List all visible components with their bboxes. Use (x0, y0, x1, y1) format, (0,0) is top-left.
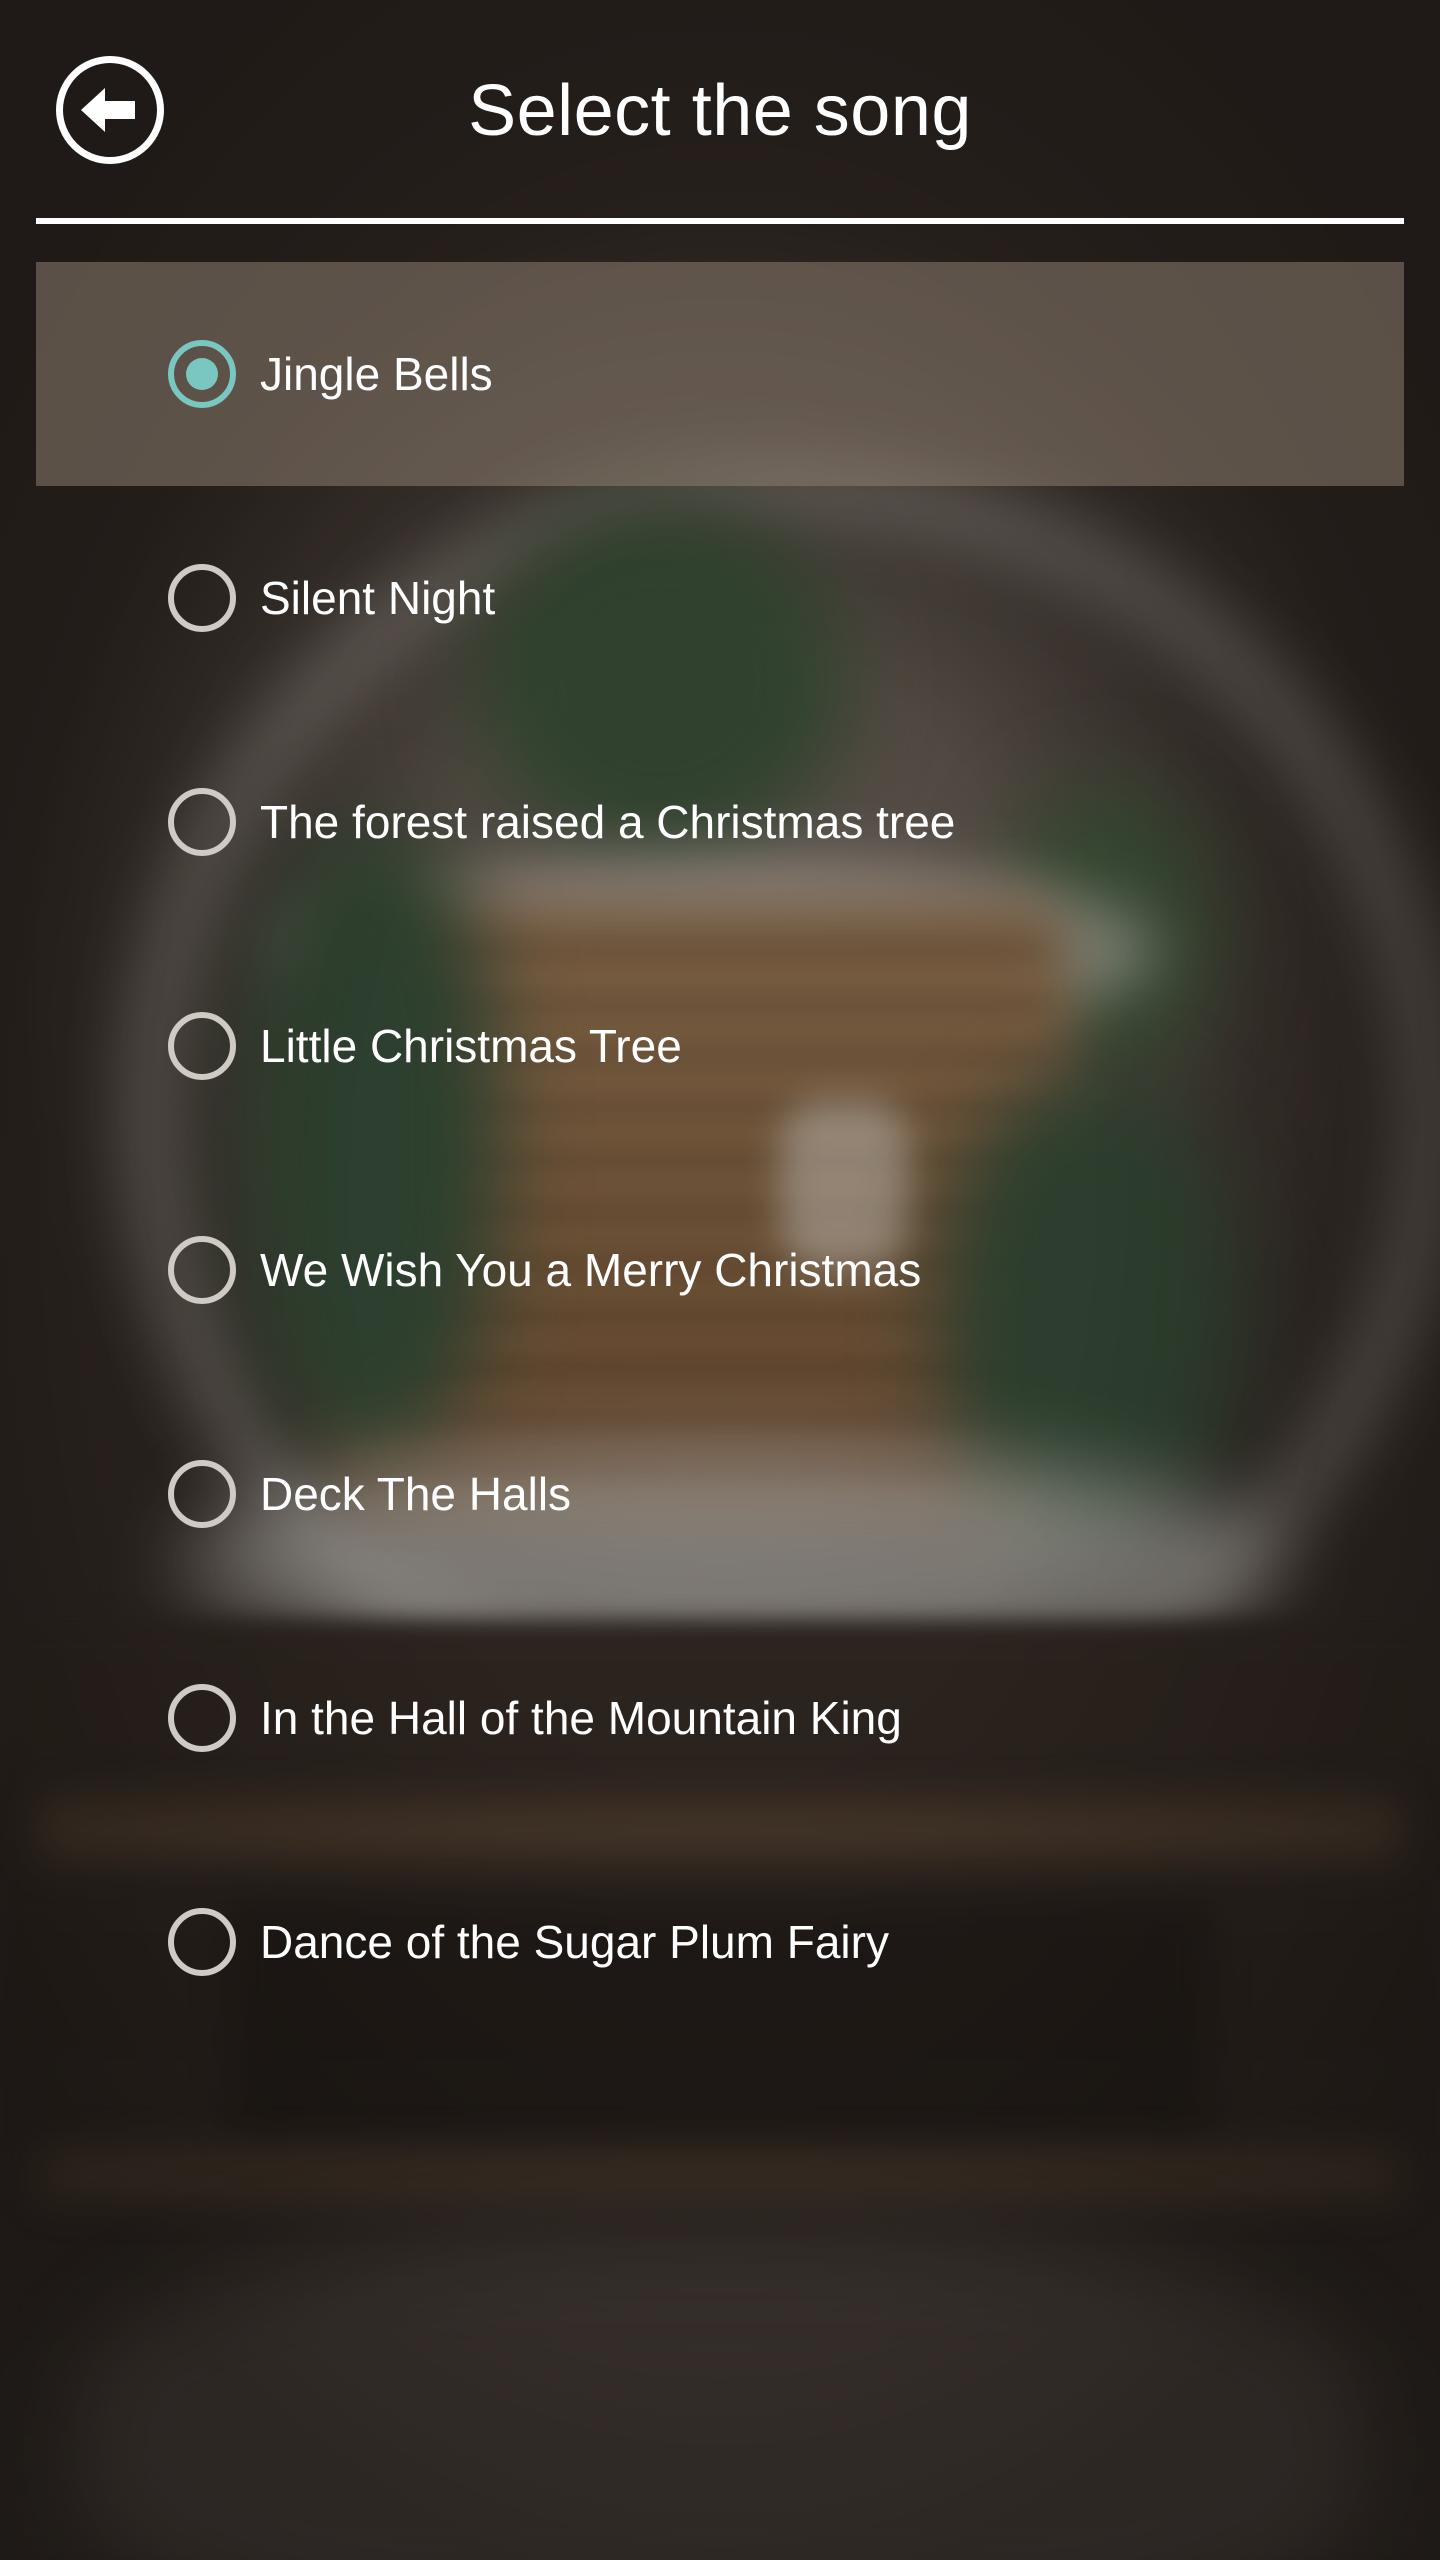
radio-button[interactable] (168, 340, 236, 408)
song-option[interactable]: Deck The Halls (36, 1382, 1404, 1606)
radio-button[interactable] (168, 1684, 236, 1752)
song-label: Jingle Bells (260, 348, 493, 400)
header: Select the song (0, 0, 1440, 226)
song-list: Jingle Bells Silent Night The forest rai… (36, 262, 1404, 2054)
song-label: We Wish You a Merry Christmas (260, 1244, 922, 1296)
song-option[interactable]: The forest raised a Christmas tree (36, 710, 1404, 934)
header-divider (36, 218, 1404, 224)
page-title: Select the song (468, 71, 972, 151)
song-label: In the Hall of the Mountain King (260, 1692, 902, 1744)
radio-button[interactable] (168, 788, 236, 856)
song-label: The forest raised a Christmas tree (260, 796, 956, 848)
song-label: Deck The Halls (260, 1468, 572, 1520)
song-label: Dance of the Sugar Plum Fairy (260, 1916, 889, 1968)
song-option[interactable]: Little Christmas Tree (36, 934, 1404, 1158)
radio-button[interactable] (168, 1460, 236, 1528)
song-option[interactable]: We Wish You a Merry Christmas (36, 1158, 1404, 1382)
radio-button[interactable] (168, 1236, 236, 1304)
song-option[interactable]: Jingle Bells (36, 262, 1404, 486)
song-select-screen: Select the song Jingle Bells Silent Nigh… (0, 0, 1440, 2560)
song-label: Silent Night (260, 572, 496, 624)
radio-button[interactable] (168, 564, 236, 632)
radio-button[interactable] (168, 1908, 236, 1976)
song-option[interactable]: In the Hall of the Mountain King (36, 1606, 1404, 1830)
radio-button[interactable] (168, 1012, 236, 1080)
song-label: Little Christmas Tree (260, 1020, 682, 1072)
song-option[interactable]: Dance of the Sugar Plum Fairy (36, 1830, 1404, 2054)
song-option[interactable]: Silent Night (36, 486, 1404, 710)
